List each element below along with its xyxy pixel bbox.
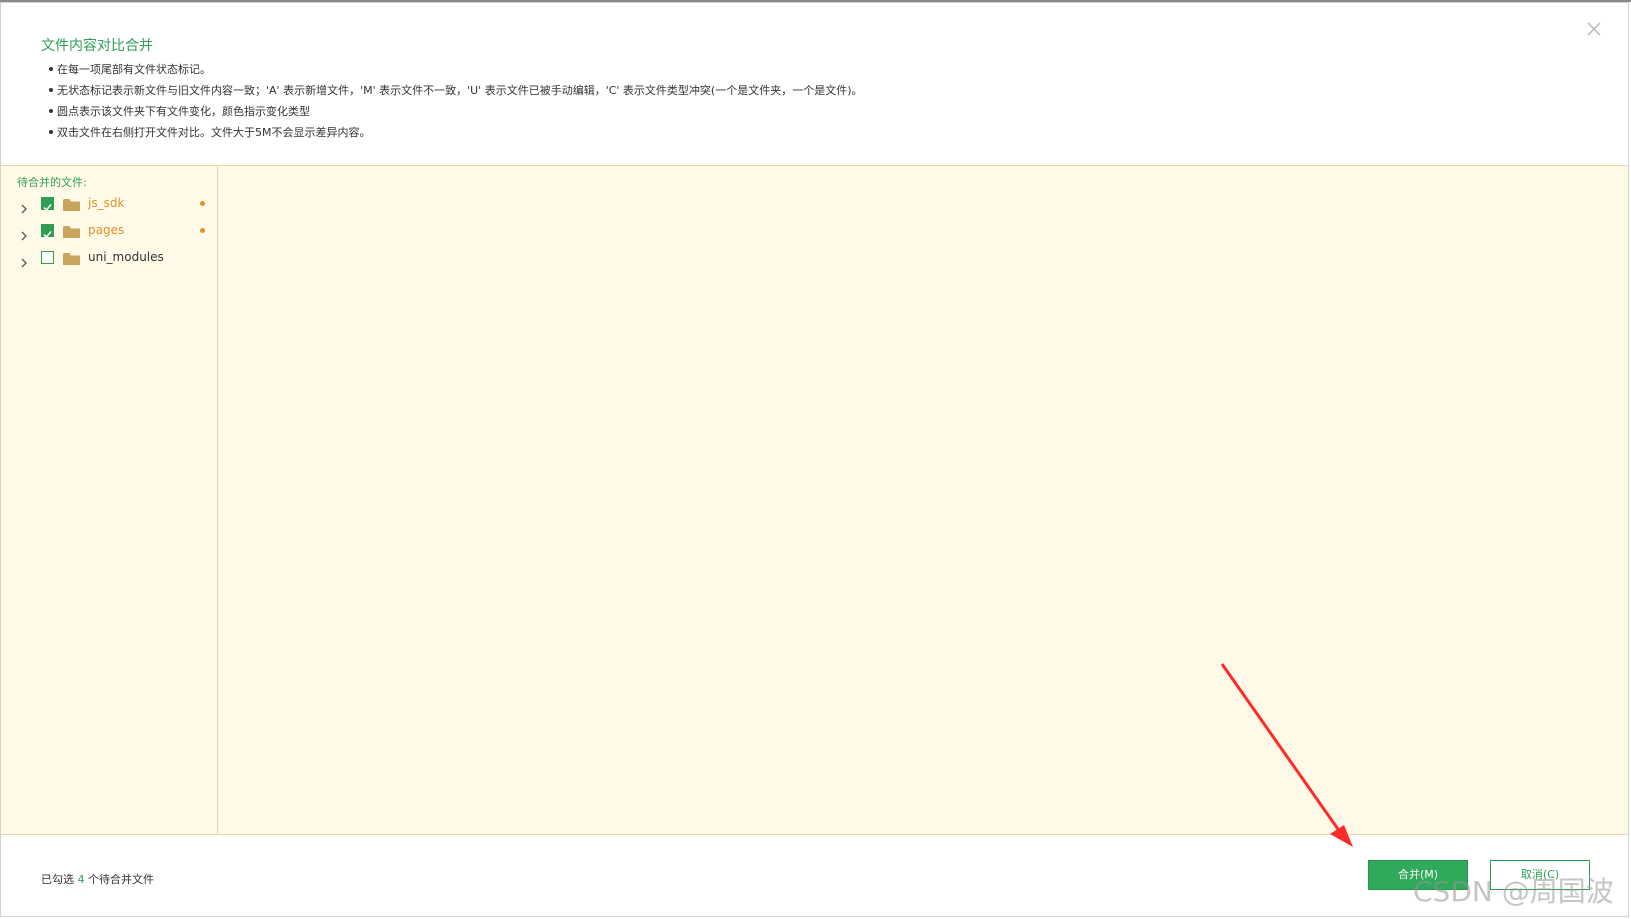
note-text: 圆点表示该文件夹下有文件变化，颜色指示变化类型 (57, 105, 310, 118)
note-text: 双击文件在右侧打开文件对比。文件大于5M不会显示差异内容。 (57, 126, 371, 139)
summary-prefix: 已勾选 (41, 873, 74, 886)
dialog-body: 待合并的文件: js_sdk pages uni_modules (1, 166, 1628, 834)
selected-count: 4 (77, 873, 85, 886)
tree-item-label: pages (88, 223, 125, 237)
file-tree-label: 待合并的文件: (17, 176, 87, 189)
checkbox[interactable] (41, 224, 54, 239)
merge-dialog: 文件内容对比合并 在每一项尾部有文件状态标记。 无状态标记表示新文件与旧文件内容… (0, 2, 1629, 917)
dialog-footer: 已勾选 4 个待合并文件 合并(M) 取消(C) (1, 834, 1628, 916)
tree-item-label: js_sdk (88, 196, 125, 210)
note-item: 圆点表示该文件夹下有文件变化，颜色指示变化类型 (49, 101, 863, 122)
folder-icon (63, 197, 80, 211)
summary-suffix: 个待合并文件 (88, 873, 154, 886)
chevron-right-icon[interactable] (19, 199, 29, 214)
tree-item-uni-modules[interactable]: uni_modules (1, 245, 216, 271)
note-text: 无状态标记表示新文件与旧文件内容一致；'A' 表示新增文件，'M' 表示文件不一… (57, 84, 863, 97)
bullet-icon (49, 67, 53, 71)
folder-icon (63, 224, 80, 238)
merge-button[interactable]: 合并(M) (1368, 860, 1468, 890)
dialog-header: 文件内容对比合并 在每一项尾部有文件状态标记。 无状态标记表示新文件与旧文件内容… (1, 3, 1628, 166)
close-icon[interactable] (1586, 21, 1602, 37)
checkbox[interactable] (41, 197, 54, 212)
tree-item-pages[interactable]: pages (1, 218, 216, 244)
bullet-icon (49, 130, 53, 134)
tree-item-label: uni_modules (88, 250, 164, 264)
bullet-icon (49, 88, 53, 92)
notes-list: 在每一项尾部有文件状态标记。 无状态标记表示新文件与旧文件内容一致；'A' 表示… (49, 59, 863, 143)
selection-summary: 已勾选 4 个待合并文件 (41, 871, 154, 887)
change-dot-icon (200, 228, 205, 233)
note-item: 无状态标记表示新文件与旧文件内容一致；'A' 表示新增文件，'M' 表示文件不一… (49, 80, 863, 101)
change-dot-icon (200, 201, 205, 206)
diff-view-area[interactable] (218, 166, 1628, 834)
chevron-right-icon[interactable] (19, 226, 29, 241)
bullet-icon (49, 109, 53, 113)
note-item: 双击文件在右侧打开文件对比。文件大于5M不会显示差异内容。 (49, 122, 863, 143)
chevron-right-icon[interactable] (19, 253, 29, 268)
dialog-title: 文件内容对比合并 (41, 38, 153, 54)
cancel-button[interactable]: 取消(C) (1490, 860, 1590, 890)
note-item: 在每一项尾部有文件状态标记。 (49, 59, 863, 80)
checkbox[interactable] (41, 251, 54, 264)
folder-icon (63, 251, 80, 265)
tree-item-js-sdk[interactable]: js_sdk (1, 191, 216, 217)
app-window: 文件内容对比合并 在每一项尾部有文件状态标记。 无状态标记表示新文件与旧文件内容… (0, 0, 1631, 919)
note-text: 在每一项尾部有文件状态标记。 (57, 63, 211, 76)
file-tree-panel: 待合并的文件: js_sdk pages uni_modules (1, 166, 218, 834)
